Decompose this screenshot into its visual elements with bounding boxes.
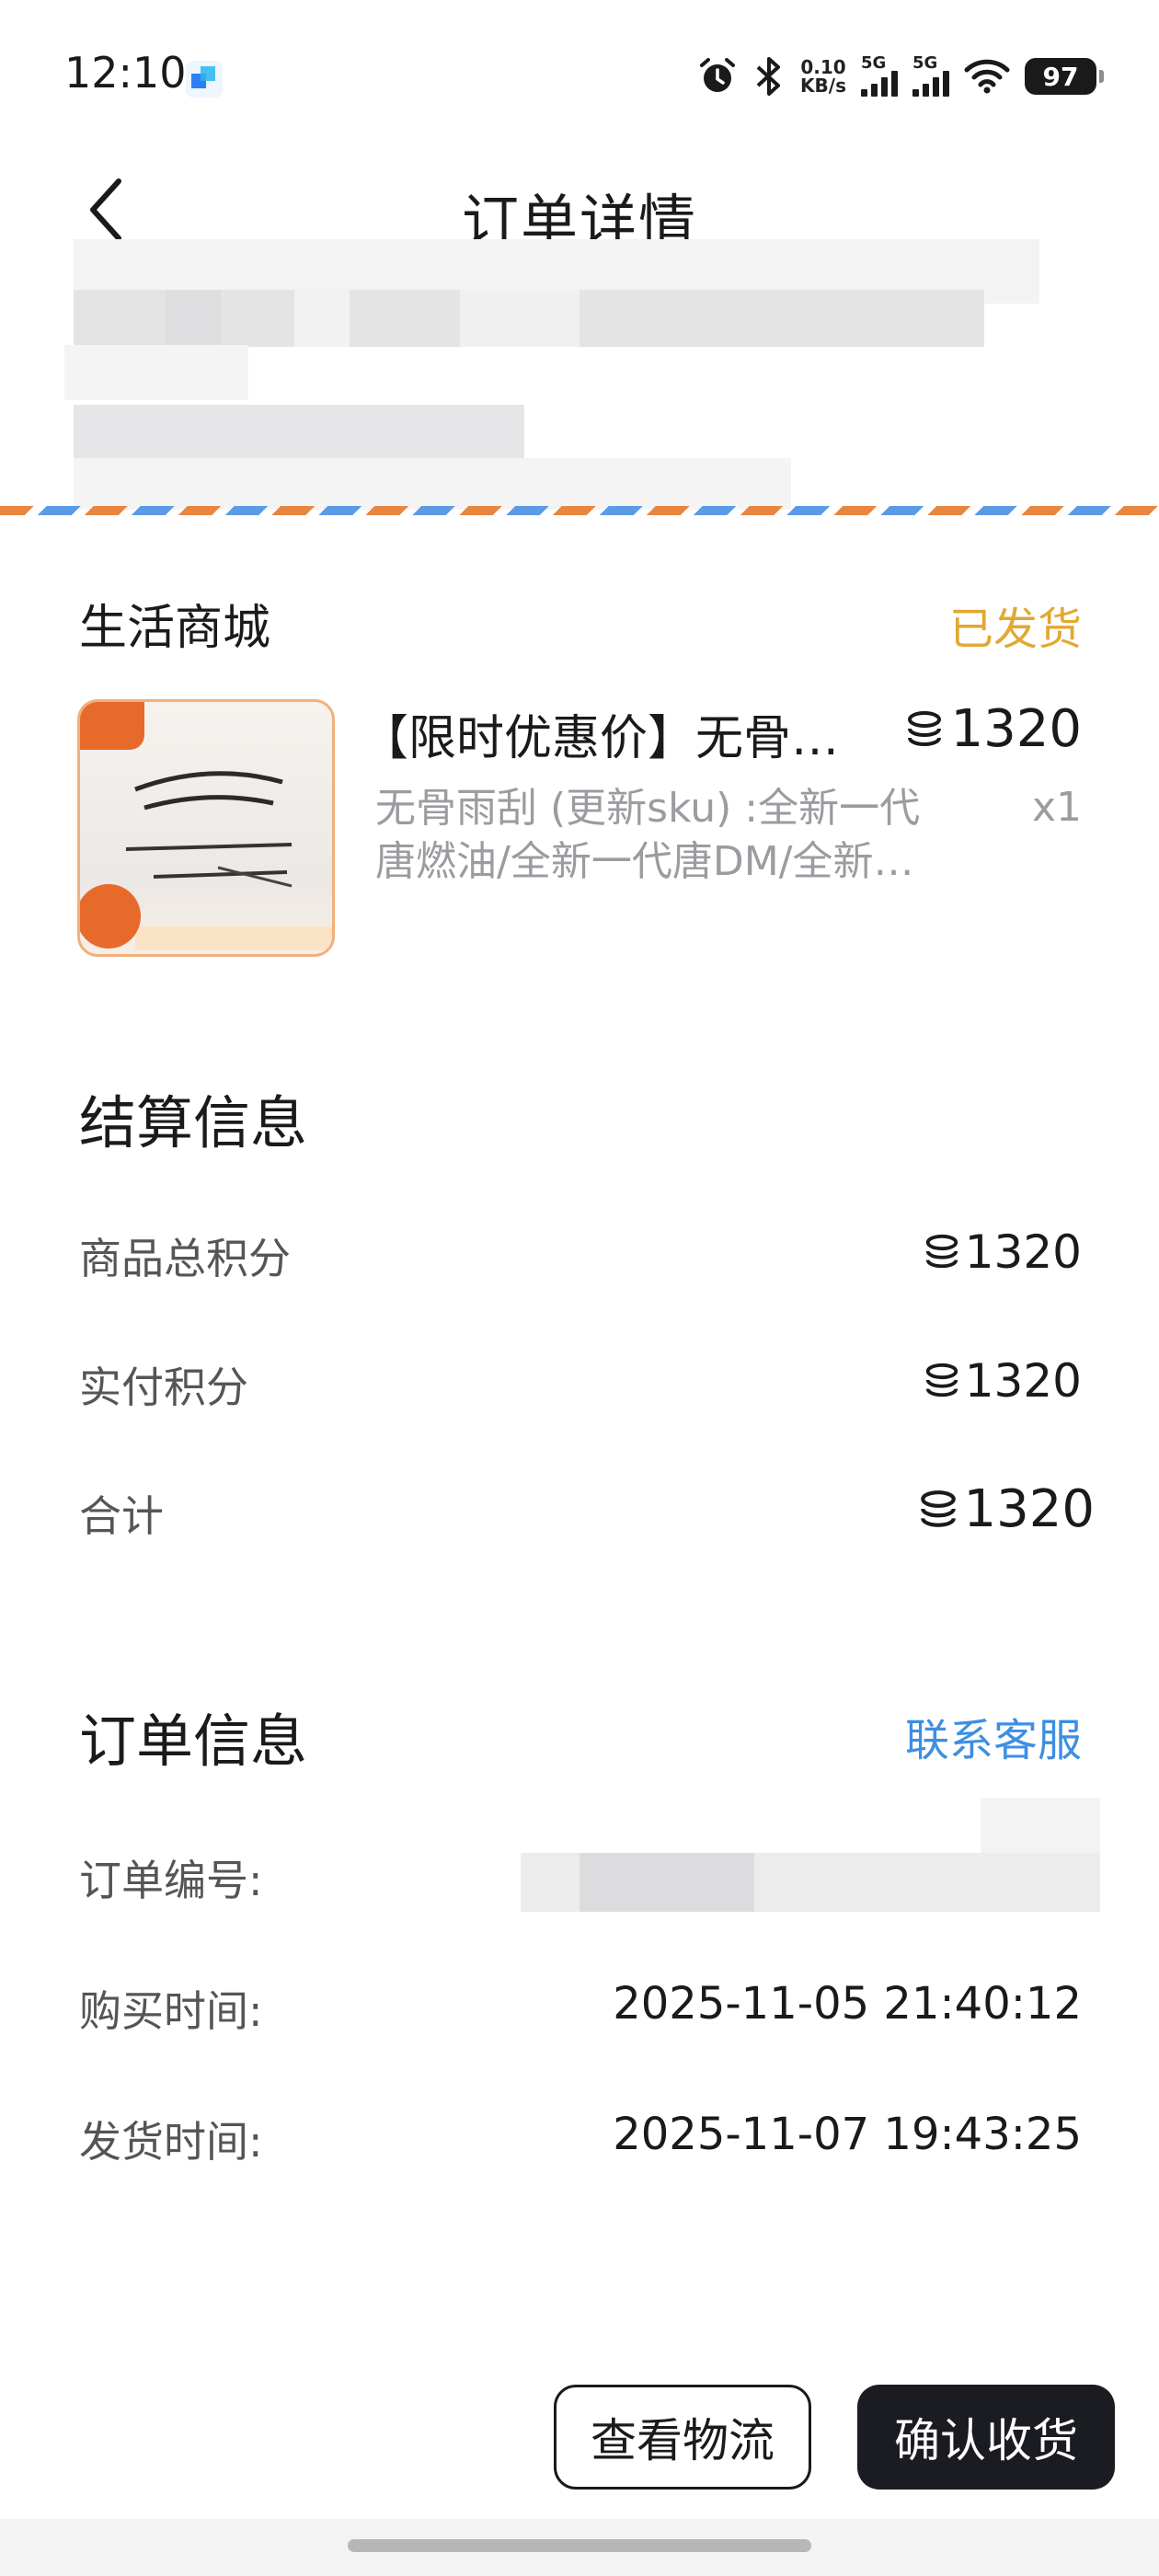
- confirm-receipt-button[interactable]: 确认收货: [857, 2385, 1115, 2490]
- network-speed: 0.10 KB/s: [800, 58, 846, 95]
- product-thumbnail[interactable]: [77, 699, 335, 957]
- discount-badge: [80, 884, 141, 949]
- status-bar: 12:10 0.10 KB/s 5G 5G 97: [0, 0, 1159, 156]
- product-price-value: 1320: [950, 699, 1082, 759]
- status-time: 12:10: [64, 48, 187, 98]
- sim2-label: 5G: [912, 53, 938, 73]
- sum-value: 1320: [917, 1479, 1095, 1539]
- total-points-label: 商品总积分: [79, 1234, 291, 1283]
- paid-points-label: 实付积分: [79, 1363, 248, 1412]
- ship-time-label: 发货时间:: [79, 2117, 263, 2167]
- wiper-blade-image: [125, 771, 293, 888]
- alarm-icon: [697, 56, 738, 97]
- paid-points-amount: 1320: [964, 1354, 1082, 1408]
- order-info-title: 订单信息: [79, 1708, 308, 1775]
- product-price: 1320: [904, 699, 1082, 759]
- view-logistics-button[interactable]: 查看物流: [554, 2385, 811, 2490]
- sku-line-1: 无骨雨刮 (更新sku) :全新一代: [375, 785, 921, 832]
- sku-line-2: 唐燃油/全新一代唐DM/全新…: [375, 838, 914, 885]
- points-coin-icon: [908, 710, 942, 746]
- product-sku: 无骨雨刮 (更新sku) :全新一代 唐燃油/全新一代唐DM/全新…: [375, 782, 992, 889]
- points-coin-icon: [921, 1489, 957, 1527]
- shipping-address-redacted[interactable]: [0, 230, 1159, 511]
- sim1-label: 5G: [861, 53, 887, 73]
- promo-tag: [80, 702, 144, 750]
- order-number-redacted[interactable]: [521, 1798, 1100, 1912]
- status-icons: 0.10 KB/s 5G 5G 97: [697, 53, 1104, 99]
- address-divider: [0, 506, 1159, 515]
- order-number-label: 订单编号:: [79, 1856, 263, 1905]
- settlement-title: 结算信息: [79, 1089, 308, 1156]
- contact-service-link[interactable]: 联系客服: [905, 1704, 1082, 1768]
- product-quantity: x1: [1031, 784, 1082, 831]
- product-title[interactable]: 【限时优惠价】无骨…: [361, 699, 857, 768]
- network-speed-value: 0.10: [800, 56, 846, 78]
- app-notification-icon: [186, 61, 223, 98]
- sum-label: 合计: [79, 1491, 164, 1541]
- ship-time-value: 2025-11-07 19:43:25: [613, 2109, 1082, 2160]
- points-coin-icon: [925, 1363, 958, 1397]
- shop-name: 生活商城: [79, 601, 271, 656]
- points-coin-icon: [925, 1234, 958, 1269]
- total-points-value: 1320: [923, 1225, 1082, 1279]
- order-status-badge: 已发货: [948, 604, 1082, 655]
- bluetooth-icon: [752, 55, 786, 98]
- purchase-time-label: 购买时间:: [79, 1986, 263, 2036]
- promo-strip: [135, 926, 332, 950]
- battery-icon: 97: [1025, 58, 1104, 95]
- paid-points-value: 1320: [923, 1354, 1082, 1408]
- purchase-time-value: 2025-11-05 21:40:12: [613, 1978, 1082, 2030]
- signal-icon: 5G: [912, 53, 949, 97]
- signal-icon: 5G: [861, 53, 898, 97]
- home-indicator[interactable]: [348, 2539, 811, 2552]
- sum-amount: 1320: [963, 1479, 1095, 1539]
- total-points-amount: 1320: [964, 1225, 1082, 1279]
- network-speed-unit: KB/s: [800, 75, 846, 97]
- wifi-icon: [964, 58, 1010, 95]
